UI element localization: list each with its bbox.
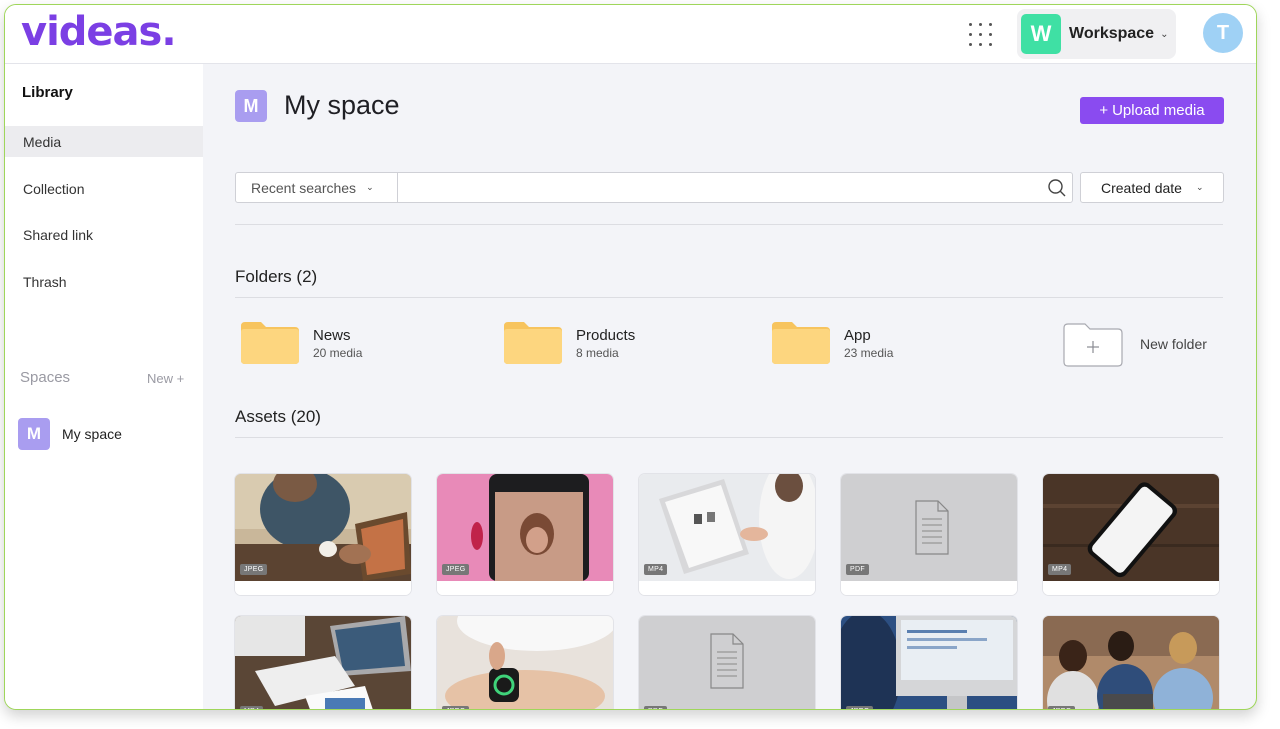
spaces-heading: Spaces: [20, 369, 71, 386]
top-header: videas. W Workspace ⌄ T: [5, 5, 1256, 64]
asset-card[interactable]: JPEG: [841, 616, 1017, 709]
folder-name: App: [844, 326, 871, 344]
asset-thumbnail-document: PDF: [639, 616, 815, 709]
page-space-badge: M: [235, 90, 267, 122]
folder-icon: [241, 322, 299, 364]
upload-media-button[interactable]: + Upload media: [1080, 97, 1224, 124]
search-icon[interactable]: [1042, 173, 1072, 202]
asset-thumbnail-tablet: MP4: [639, 474, 815, 581]
asset-card[interactable]: JPEG: [235, 474, 411, 595]
sidebar-item-thrash[interactable]: Thrash: [5, 266, 203, 297]
folder-count: 8 media: [576, 345, 619, 360]
workspace-badge: W: [1021, 14, 1061, 54]
folders-heading: Folders (2): [235, 267, 318, 286]
folder-count: 20 media: [313, 345, 363, 360]
folder-app[interactable]: App 23 media: [770, 320, 893, 366]
user-avatar[interactable]: T: [1203, 13, 1243, 53]
recent-searches-label: Recent searches: [251, 179, 357, 196]
sidebar-item-label: Collection: [23, 180, 85, 197]
upload-media-label: Upload media: [1112, 102, 1205, 119]
asset-thumbnail-imac: JPEG: [841, 616, 1017, 709]
asset-card[interactable]: JPEG: [437, 616, 613, 709]
sort-dropdown[interactable]: Created date ⌄: [1080, 172, 1224, 203]
asset-thumbnail-desk-mac: MP4: [235, 616, 411, 709]
asset-type-badge: MP4: [240, 706, 264, 709]
recent-searches-dropdown[interactable]: Recent searches ⌄: [236, 173, 398, 202]
folder-name: Products: [576, 326, 636, 344]
page-title: My space: [284, 90, 400, 120]
asset-type-badge: JPEG: [1048, 706, 1076, 709]
asset-card[interactable]: MP4: [235, 616, 411, 709]
sidebar-space-my-space[interactable]: M My space: [18, 418, 122, 450]
asset-card[interactable]: MP4: [639, 474, 815, 595]
folder-news[interactable]: News 20 media: [239, 320, 362, 366]
new-folder-icon: [1063, 323, 1123, 367]
space-badge: M: [18, 418, 50, 450]
folder-products[interactable]: Products 8 media: [502, 320, 635, 366]
sidebar-item-label: Shared link: [23, 226, 94, 243]
space-name: My space: [62, 426, 122, 442]
new-space-button[interactable]: New +: [147, 371, 184, 386]
asset-type-badge: PDF: [644, 706, 667, 709]
asset-card[interactable]: JPEG: [437, 474, 613, 595]
search-bar: Recent searches ⌄: [235, 172, 1073, 203]
sidebar-item-label: Thrash: [23, 273, 67, 290]
asset-thumbnail-phone-wood: MP4: [1043, 474, 1219, 581]
sidebar: Library Media Collection Shared link Thr…: [5, 64, 203, 709]
asset-type-badge: JPEG: [442, 564, 470, 575]
sidebar-item-shared-link[interactable]: Shared link: [5, 219, 203, 250]
assets-heading: Assets (20): [235, 407, 321, 426]
asset-thumbnail-group: JPEG: [1043, 616, 1219, 709]
asset-type-badge: PDF: [846, 564, 869, 575]
sidebar-item-collection[interactable]: Collection: [5, 173, 203, 204]
new-folder-label: New folder: [1140, 336, 1207, 352]
app-window: videas. W Workspace ⌄ T Library Media Co…: [4, 4, 1257, 710]
asset-card[interactable]: PDF: [639, 616, 815, 709]
asset-card[interactable]: JPEG: [1043, 616, 1219, 709]
asset-card[interactable]: MP4: [1043, 474, 1219, 595]
sidebar-item-label: Media: [23, 133, 62, 150]
search-input[interactable]: [398, 173, 1042, 202]
workspace-name: Workspace: [1069, 25, 1155, 42]
main-content: M My space + Upload media Recent searche…: [203, 64, 1256, 709]
asset-thumbnail-laptop: JPEG: [235, 474, 411, 581]
sort-label: Created date: [1101, 179, 1182, 196]
folder-icon: [772, 322, 830, 364]
asset-type-badge: MP4: [1048, 564, 1072, 575]
videas-logo[interactable]: videas.: [21, 9, 177, 55]
divider: [235, 437, 1223, 438]
asset-thumbnail-smartwatch: JPEG: [437, 616, 613, 709]
asset-type-badge: JPEG: [240, 564, 268, 575]
plus-icon: +: [1099, 102, 1109, 119]
sidebar-item-media[interactable]: Media: [5, 126, 203, 157]
asset-card[interactable]: PDF: [841, 474, 1017, 595]
asset-type-badge: MP4: [644, 564, 668, 575]
sidebar-title: Library: [22, 84, 73, 101]
asset-thumbnail-phone-pink: JPEG: [437, 474, 613, 581]
divider: [235, 224, 1223, 225]
document-icon: [710, 633, 744, 689]
chevron-down-icon: ⌄: [1160, 28, 1169, 40]
folder-name: News: [313, 326, 351, 344]
workspace-switcher[interactable]: W Workspace ⌄: [1017, 9, 1176, 59]
apps-grid-icon[interactable]: [967, 21, 995, 49]
new-folder-button[interactable]: New folder: [1061, 320, 1207, 368]
chevron-down-icon: ⌄: [1195, 182, 1204, 192]
chevron-down-icon: ⌄: [366, 182, 374, 192]
asset-type-badge: JPEG: [442, 706, 470, 709]
folder-icon: [504, 322, 562, 364]
folder-count: 23 media: [844, 345, 894, 360]
asset-type-badge: JPEG: [846, 706, 874, 709]
divider: [235, 297, 1223, 298]
asset-thumbnail-document: PDF: [841, 474, 1017, 581]
